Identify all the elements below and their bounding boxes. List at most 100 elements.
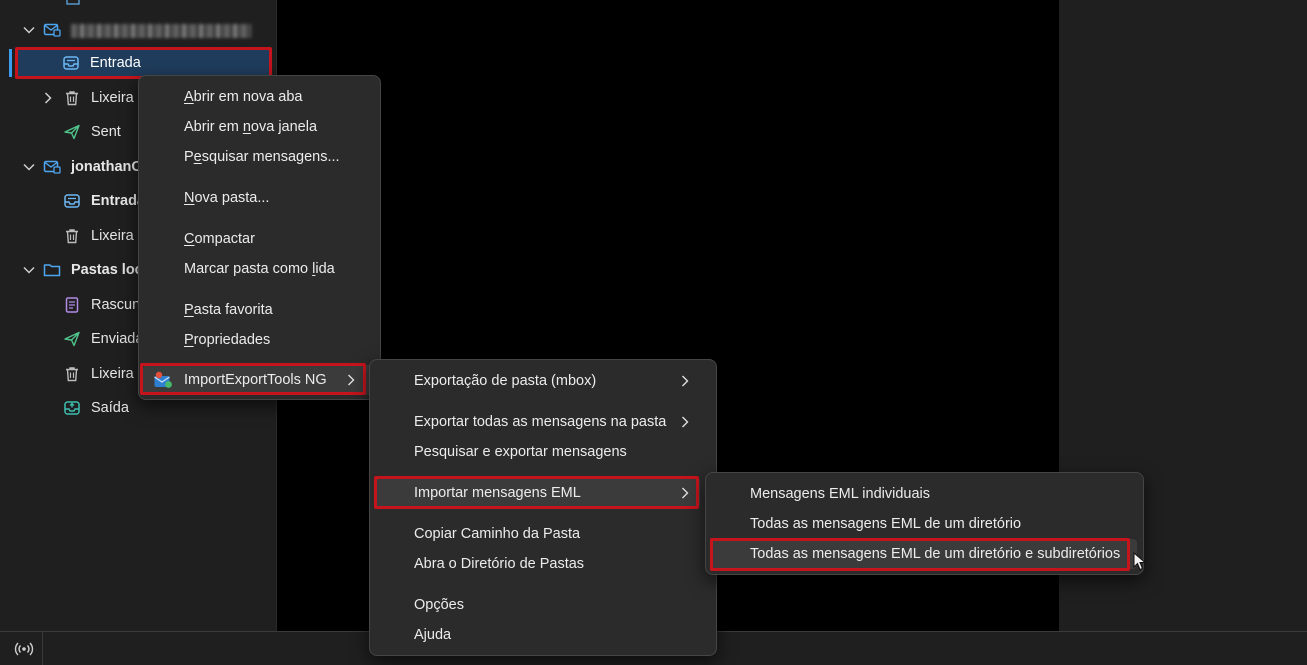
folder-row-entrada-selected[interactable]: Entrada: [16, 48, 270, 78]
menu-item-label: Abrir em nova janela: [184, 119, 317, 135]
label-part: Marcar pasta como: [184, 261, 313, 277]
access-key: P: [184, 302, 194, 318]
mail-account-icon: [43, 158, 61, 176]
folder-label: Enviada: [91, 331, 144, 347]
label-part: Abrir em: [184, 119, 243, 135]
menu-item-importexporttools[interactable]: ImportExportTools NG: [143, 365, 376, 395]
chevron-right-icon: [678, 486, 692, 500]
label-part: P: [184, 149, 194, 165]
label-part: ompactar: [194, 231, 255, 247]
menu-item-label: Mensagens EML individuais: [750, 486, 931, 502]
outbox-icon: [63, 399, 81, 417]
chevron-down-icon[interactable]: [21, 262, 37, 278]
menu-item-pesquisar-exportar[interactable]: Pesquisar e exportar mensagens: [370, 437, 716, 467]
drafts-icon: [63, 296, 81, 314]
chevron-right-icon[interactable]: [40, 90, 56, 106]
folder-icon: [43, 261, 61, 279]
menu-item-opcoes[interactable]: Opções: [370, 590, 716, 620]
mail-account-icon: [43, 21, 61, 39]
import-export-addon-icon: [153, 371, 173, 389]
label-part: ida: [315, 261, 335, 277]
menu-item-label: Opções: [414, 597, 464, 613]
chevron-right-icon: [678, 415, 692, 429]
menu-item-label: Ajuda: [414, 627, 452, 643]
folder-context-menu: Abrir em nova aba Abrir em nova janela P…: [138, 75, 381, 400]
menu-item-eml-diretorio-subdiretorios[interactable]: Todas as mensagens EML de um diretório e…: [712, 539, 1137, 569]
menu-item-label: Exportar todas as mensagens na pasta: [414, 414, 667, 430]
label-part: ova janela: [250, 119, 318, 135]
menu-item-propriedades[interactable]: Propriedades: [139, 325, 380, 355]
menu-item-pasta-favorita[interactable]: Pasta favorita: [139, 295, 380, 325]
account-label: Pastas loc: [71, 262, 143, 278]
menu-item-label: Todas as mensagens EML de um diretório e…: [750, 546, 1121, 562]
menu-item-label: Importar mensagens EML: [414, 485, 581, 501]
folder-label: Entrada: [90, 55, 141, 71]
access-key: A: [184, 89, 194, 105]
chevron-right-icon: [344, 373, 358, 387]
folder-label: Entrada: [91, 193, 145, 209]
redacted-account-name: [71, 24, 251, 38]
menu-item-compactar[interactable]: Compactar: [139, 224, 380, 254]
folder-icon: [64, 0, 82, 8]
account-label: jonathanC: [71, 159, 142, 175]
menu-item-label: Pesquisar mensagens...: [184, 149, 340, 165]
paper-plane-icon: [63, 123, 81, 141]
menu-item-copiar-caminho[interactable]: Copiar Caminho da Pasta: [370, 519, 716, 549]
access-key: C: [184, 231, 195, 247]
chevron-right-icon: [678, 374, 692, 388]
menu-item-ajuda[interactable]: Ajuda: [370, 620, 716, 650]
inbox-icon: [62, 54, 80, 72]
menu-item-label: Copiar Caminho da Pasta: [414, 526, 581, 542]
menu-item-eml-individuais[interactable]: Mensagens EML individuais: [706, 479, 1143, 509]
menu-item-nova-pasta[interactable]: Nova pasta...: [139, 183, 380, 213]
menu-item-label: Propriedades: [184, 332, 270, 348]
menu-item-abrir-nova-aba[interactable]: Abrir em nova aba: [139, 82, 380, 112]
menu-item-label: Pasta favorita: [184, 302, 273, 318]
status-divider: [42, 632, 43, 665]
access-key: n: [242, 119, 251, 135]
menu-item-marcar-lida[interactable]: Marcar pasta como lida: [139, 254, 380, 284]
label-part: ropriedades: [193, 332, 271, 348]
menu-item-exportacao-mbox[interactable]: Exportação de pasta (mbox): [370, 366, 716, 396]
inbox-icon: [63, 192, 81, 210]
import-eml-submenu: Mensagens EML individuais Todas as mensa…: [705, 472, 1144, 575]
radio-waves-icon[interactable]: [14, 639, 34, 659]
folder-label: Saída: [91, 400, 129, 416]
menu-item-label: Exportação de pasta (mbox): [414, 373, 597, 389]
folder-label: Rascun: [91, 297, 141, 313]
access-key: N: [184, 190, 195, 206]
menu-item-abrir-nova-janela[interactable]: Abrir em nova janela: [139, 112, 380, 142]
menu-item-pesquisar-mensagens[interactable]: Pesquisar mensagens...: [139, 142, 380, 172]
menu-item-exportar-todas[interactable]: Exportar todas as mensagens na pasta: [370, 407, 716, 437]
menu-item-eml-diretorio[interactable]: Todas as mensagens EML de um diretório: [706, 509, 1143, 539]
menu-item-label: Nova pasta...: [184, 190, 269, 206]
trash-icon: [63, 365, 81, 383]
importexporttools-submenu: Exportação de pasta (mbox) Exportar toda…: [369, 359, 717, 656]
paper-plane-icon: [63, 330, 81, 348]
folder-label: Lixeira: [91, 366, 134, 382]
menu-item-label: Pesquisar e exportar mensagens: [414, 444, 627, 460]
chevron-down-icon[interactable]: [21, 22, 37, 38]
label-part: brir em nova aba: [193, 89, 303, 105]
access-key: e: [193, 149, 202, 165]
trash-icon: [63, 89, 81, 107]
menu-item-label: Abra o Diretório de Pastas: [414, 556, 585, 572]
menu-item-label: Marcar pasta como lida: [184, 261, 335, 277]
menu-item-label: Todas as mensagens EML de um diretório: [750, 516, 1022, 532]
trash-icon: [63, 227, 81, 245]
folder-label: Sent: [91, 124, 121, 140]
menu-item-abra-diretorio[interactable]: Abra o Diretório de Pastas: [370, 549, 716, 579]
selection-indicator: [9, 49, 12, 77]
folder-row-partial: [12, 0, 274, 14]
folder-label: Lixeira: [91, 228, 134, 244]
menu-item-label: ImportExportTools NG: [184, 372, 327, 388]
label-part: asta favorita: [193, 302, 273, 318]
folder-label: Lixeira: [91, 90, 134, 106]
mouse-cursor-icon: [1133, 551, 1147, 572]
menu-item-label: Compactar: [184, 231, 255, 247]
menu-item-label: Abrir em nova aba: [184, 89, 302, 105]
chevron-down-icon[interactable]: [21, 159, 37, 175]
menu-item-importar-eml[interactable]: Importar mensagens EML: [376, 478, 700, 508]
label-part: ova pasta...: [194, 190, 270, 206]
label-part: squisar mensagens...: [201, 149, 340, 165]
